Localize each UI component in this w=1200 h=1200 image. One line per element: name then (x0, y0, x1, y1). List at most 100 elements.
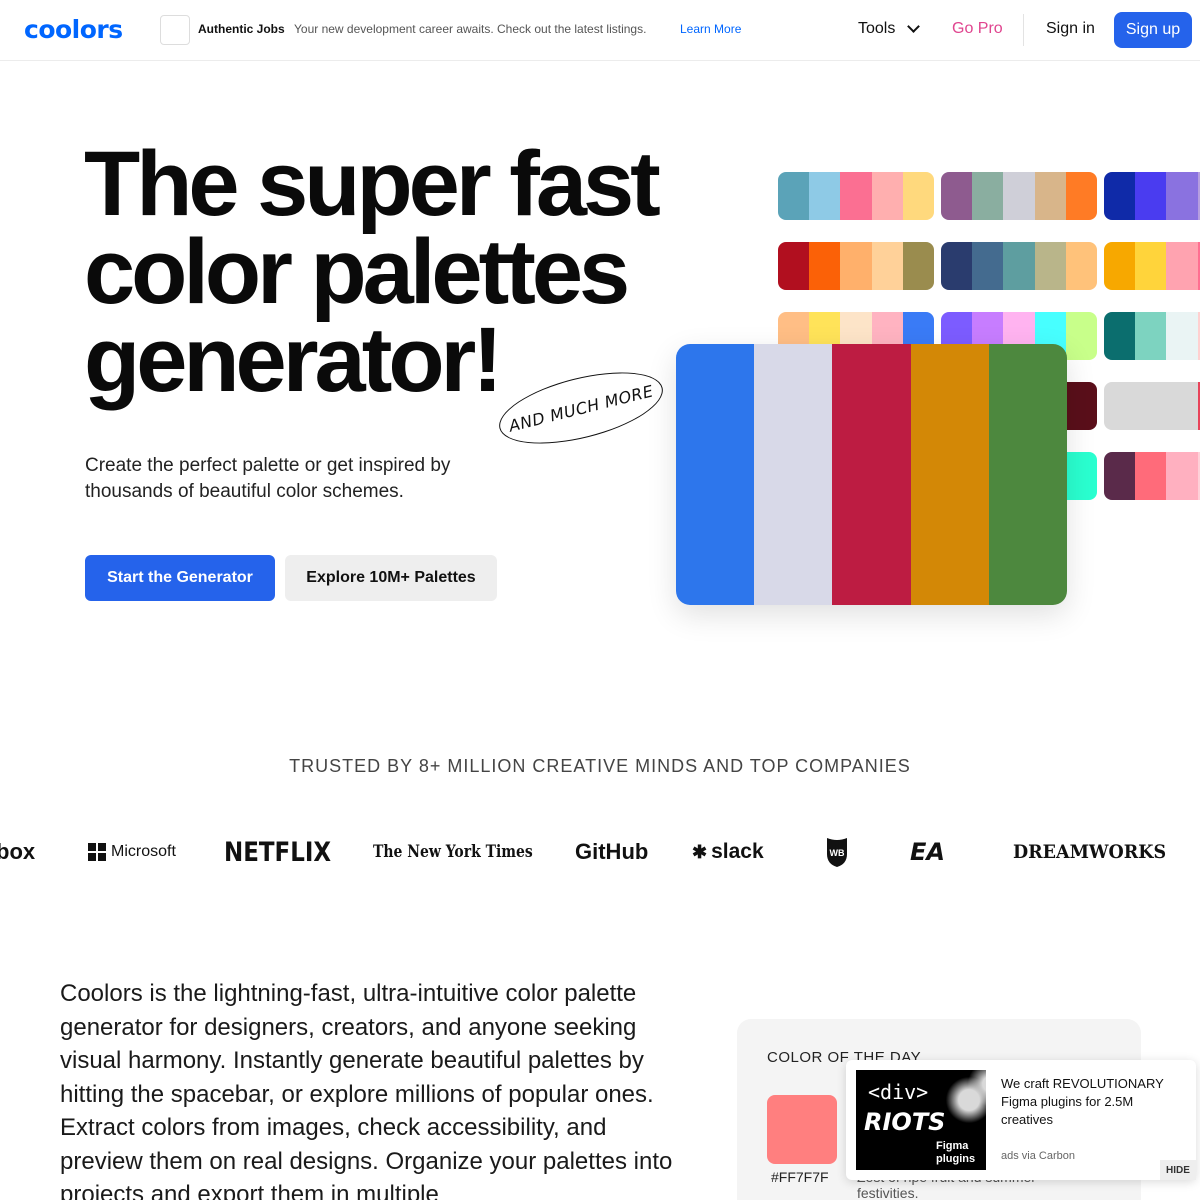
ad-logo-icon[interactable] (160, 15, 190, 45)
netflix-logo: NETFLIX (224, 836, 332, 868)
ad-learn-more-link[interactable]: Learn More (680, 22, 741, 36)
featured-palette-swatch[interactable] (988, 344, 1067, 605)
carbon-ad-image[interactable]: <div> RIOTS Figma plugins (856, 1070, 986, 1170)
tools-menu[interactable]: Tools (858, 20, 921, 38)
palette-swatch (1166, 382, 1198, 430)
palette-swatch (1034, 242, 1066, 290)
palette-thumbnail[interactable] (941, 242, 1097, 290)
start-generator-button[interactable]: Start the Generator (85, 555, 275, 601)
palette-swatch (809, 242, 841, 290)
featured-palette (676, 344, 1067, 605)
palette-swatch (778, 242, 810, 290)
hero-subtitle: Create the perfect palette or get inspir… (85, 455, 451, 502)
slack-logo-text: slack (711, 840, 764, 863)
carbon-ad-text[interactable]: We craft REVOLUTIONARY Figma plugins for… (1001, 1075, 1186, 1129)
palette-swatch (1104, 312, 1136, 360)
palette-swatch (1065, 172, 1097, 220)
color-of-the-day-swatch[interactable] (767, 1095, 837, 1164)
palette-swatch (840, 242, 872, 290)
coolors-logo[interactable]: coolors (24, 15, 123, 44)
featured-palette-swatch[interactable] (832, 344, 911, 605)
ad-image-plugins-line: plugins (936, 1153, 976, 1165)
palette-thumbnail[interactable] (1104, 172, 1200, 220)
github-logo: GitHub (575, 839, 649, 864)
palette-thumbnail[interactable] (1104, 312, 1200, 360)
ad-title[interactable]: Authentic Jobs (198, 22, 285, 36)
go-pro-link[interactable]: Go Pro (952, 20, 1003, 38)
ad-text[interactable]: Your new development career awaits. Chec… (294, 22, 646, 36)
ad-image-figma-line: Figma (936, 1140, 969, 1152)
tools-label: Tools (858, 20, 896, 37)
microsoft-logo: Microsoft (88, 830, 176, 874)
ea-logo: EA (910, 838, 945, 866)
ad-image-figma-text: Figma plugins (936, 1140, 975, 1166)
palette-swatch (1065, 312, 1097, 360)
palette-thumbnail[interactable] (1104, 382, 1200, 430)
palette-swatch (1135, 172, 1167, 220)
palette-swatch (1104, 452, 1136, 500)
box-logo: box (0, 839, 36, 864)
top-nav: coolors Authentic Jobs Your new developm… (0, 0, 1200, 61)
sign-up-button[interactable]: Sign up (1114, 12, 1192, 48)
sign-in-link[interactable]: Sign in (1046, 20, 1095, 38)
palette-swatch (941, 172, 973, 220)
carbon-ad-via[interactable]: ads via Carbon (1001, 1150, 1075, 1162)
hero-title-line: The super fast (84, 133, 661, 235)
svg-text:WB: WB (830, 848, 845, 858)
carbon-ad[interactable]: <div> RIOTS Figma plugins We craft REVOL… (846, 1060, 1196, 1180)
featured-palette-swatch[interactable] (910, 344, 989, 605)
ad-image-riots-text: RIOTS (864, 1108, 946, 1136)
palette-swatch (871, 242, 903, 290)
explore-palettes-button[interactable]: Explore 10M+ Palettes (285, 555, 497, 601)
palette-thumbnail[interactable] (1104, 452, 1200, 500)
product-description: Coolors is the lightning-fast, ultra-int… (60, 980, 673, 1200)
palette-thumbnail[interactable] (778, 172, 934, 220)
palette-swatch (1003, 172, 1035, 220)
dreamworks-logo: DREAMWORKS (1013, 841, 1167, 863)
nyt-logo: The New York Times (373, 842, 533, 862)
palette-thumbnail[interactable] (1104, 242, 1200, 290)
palette-swatch (1104, 172, 1136, 220)
hero-title: The super fast color palettes generator! (84, 133, 724, 406)
palette-swatch (1166, 172, 1198, 220)
palette-swatch (1003, 242, 1035, 290)
palette-swatch (1166, 452, 1198, 500)
palette-swatch (871, 172, 903, 220)
slack-logo: ✱ slack (692, 830, 764, 874)
carbon-hide-button[interactable]: HIDE (1160, 1160, 1196, 1180)
palette-swatch (902, 242, 934, 290)
palette-swatch (972, 172, 1004, 220)
palette-swatch (1065, 242, 1097, 290)
palette-swatch (840, 172, 872, 220)
trusted-heading: TRUSTED BY 8+ MILLION CREATIVE MINDS AND… (289, 756, 911, 776)
palette-swatch (941, 242, 973, 290)
slack-icon: ✱ (692, 841, 708, 862)
microsoft-icon (88, 843, 106, 861)
palette-thumbnail[interactable] (778, 242, 934, 290)
featured-palette-swatch[interactable] (676, 344, 755, 605)
microsoft-logo-text: Microsoft (111, 843, 176, 860)
color-of-the-day-hex: #FF7F7F (771, 1169, 829, 1185)
palette-swatch (1135, 382, 1167, 430)
palette-swatch (1135, 452, 1167, 500)
palette-swatch (972, 242, 1004, 290)
palette-swatch (1065, 382, 1097, 430)
palette-swatch (1166, 312, 1198, 360)
palette-swatch (1034, 172, 1066, 220)
palette-swatch (1104, 242, 1136, 290)
ad-image-div-text: <div> (868, 1080, 929, 1104)
palette-swatch (1065, 452, 1097, 500)
chevron-down-icon (907, 20, 921, 33)
warner-bros-logo: WB (825, 830, 849, 874)
ink-splatter (941, 1070, 986, 1140)
nav-divider (1023, 14, 1024, 46)
company-logos: box Microsoft NETFLIX The New York Times… (0, 830, 1200, 874)
palette-swatch (1135, 242, 1167, 290)
palette-swatch (902, 172, 934, 220)
hero-title-line: color palettes (84, 221, 630, 323)
palette-thumbnail[interactable] (941, 172, 1097, 220)
palette-swatch (1104, 382, 1136, 430)
featured-palette-swatch[interactable] (754, 344, 833, 605)
palette-swatch (809, 172, 841, 220)
palette-swatch (1166, 242, 1198, 290)
